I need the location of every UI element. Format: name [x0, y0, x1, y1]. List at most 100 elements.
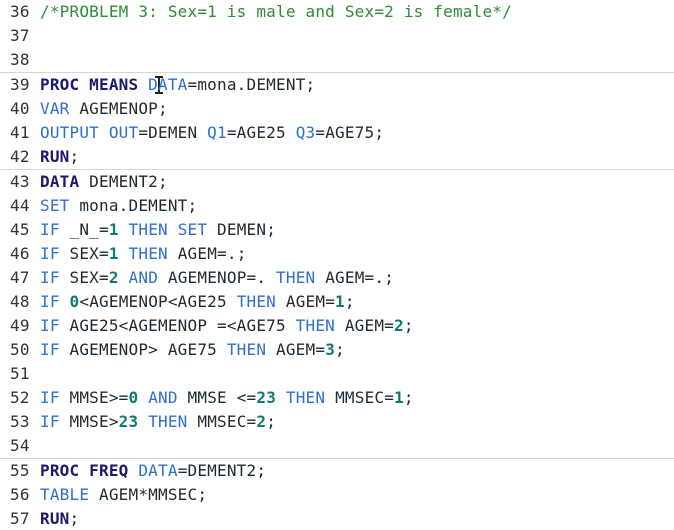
code-token: MMSEC= [325, 388, 395, 407]
line-number: 45 [10, 220, 30, 239]
code-token: ; [403, 316, 414, 335]
code-token: 1 [108, 244, 119, 263]
code-line[interactable]: 52 IF MMSE>=0 AND MMSE <=23 THEN MMSEC=1; [0, 386, 674, 410]
code-token: AGE25<AGEMENOP =<AGE75 [59, 316, 296, 335]
code-token: Q3 [295, 123, 316, 142]
code-token: DEMENT2; [79, 172, 168, 191]
code-token: 2 [108, 268, 119, 287]
code-token: MMSE <= [177, 388, 257, 407]
code-line[interactable]: 53 IF MMSE>23 THEN MMSEC=2; [0, 410, 674, 434]
code-line[interactable]: 42 RUN; [0, 145, 674, 170]
code-token: 2 [394, 316, 404, 335]
code-token: =AGE25 [226, 123, 296, 142]
code-line[interactable]: 36 /*PROBLEM 3: Sex=1 is male and Sex=2 i… [0, 0, 674, 24]
code-token: IF [40, 244, 60, 263]
code-token: IF [40, 292, 60, 311]
code-token: IF [40, 340, 60, 359]
line-number: 46 [10, 244, 30, 263]
line-number: 41 [10, 123, 30, 142]
code-token: 0 [128, 388, 139, 407]
code-text: OUTPUT OUT=DEMEN Q1=AGE25 Q3=AGE75; [40, 121, 384, 145]
code-token: DEMEN; [207, 220, 277, 239]
code-text: IF SEX=2 AND AGEMENOP=. THEN AGEM=.; [40, 266, 394, 290]
code-line[interactable]: 46 IF SEX=1 THEN AGEM=.; [0, 242, 674, 266]
code-text: PROC MEANS DATA=mona.DEMENT; [40, 73, 315, 97]
code-token: =DEMENT2; [177, 461, 267, 480]
code-token: 1 [108, 220, 119, 239]
code-token: AGEM= [266, 340, 326, 359]
code-token: TABLE [40, 485, 90, 504]
code-editor[interactable]: 36 /*PROBLEM 3: Sex=1 is male and Sex=2 i… [0, 0, 674, 530]
code-token: IF [40, 220, 60, 239]
code-line[interactable]: 51 [0, 362, 674, 386]
line-number: 37 [10, 26, 30, 45]
line-number: 55 [10, 461, 30, 480]
code-token: ; [69, 147, 80, 166]
code-token: 3 [325, 340, 336, 359]
line-number: 43 [10, 172, 30, 191]
code-token: ; [266, 412, 277, 431]
code-token: THEN [285, 388, 326, 407]
code-token: ; [344, 292, 355, 311]
line-number: 48 [10, 292, 30, 311]
code-line[interactable]: 54 [0, 434, 674, 459]
code-token: 1 [394, 388, 404, 407]
code-token: THEN SET [128, 220, 208, 239]
code-text: /*PROBLEM 3: Sex=1 is male and Sex=2 is … [40, 0, 512, 24]
code-token: =mona.DEMENT; [187, 75, 316, 94]
code-token: =DEMEN [138, 123, 208, 142]
code-line[interactable]: 57 RUN; [0, 507, 674, 530]
code-token: AGEM= [335, 316, 395, 335]
code-line[interactable]: 37 [0, 24, 674, 48]
code-text: PROC FREQ DATA=DEMENT2; [40, 459, 266, 483]
code-line[interactable]: 49 IF AGE25<AGEMENOP =<AGE75 THEN AGEM=2; [0, 314, 674, 338]
code-token: SEX= [59, 268, 109, 287]
code-line[interactable]: 41 OUTPUT OUT=DEMEN Q1=AGE25 Q3=AGE75; [0, 121, 674, 145]
code-line[interactable]: 47 IF SEX=2 AND AGEMENOP=. THEN AGEM=.; [0, 266, 674, 290]
code-token: VAR [40, 99, 70, 118]
code-line[interactable]: 38 [0, 48, 674, 73]
code-token: IF [40, 412, 60, 431]
code-token: THEN [295, 316, 336, 335]
code-token: IF [40, 388, 60, 407]
line-number: 54 [10, 436, 30, 455]
code-token: MMSE> [59, 412, 119, 431]
code-line[interactable]: 44 SET mona.DEMENT; [0, 194, 674, 218]
code-line[interactable]: 45 IF _N_=1 THEN SET DEMEN; [0, 218, 674, 242]
code-token: DATA [148, 75, 188, 94]
code-token: AGEMENOP=. [158, 268, 277, 287]
line-number: 40 [10, 99, 30, 118]
code-text: IF AGE25<AGEMENOP =<AGE75 THEN AGEM=2; [40, 314, 414, 338]
code-line[interactable]: 55 PROC FREQ DATA=DEMENT2; [0, 459, 674, 483]
line-number: 53 [10, 412, 30, 431]
code-line[interactable]: 39 PROC MEANS DATA=mona.DEMENT; [0, 73, 674, 97]
code-token: PROC FREQ [40, 461, 129, 480]
code-line[interactable]: 48 IF 0<AGEMENOP<AGE25 THEN AGEM=1; [0, 290, 674, 314]
code-token: PROC MEANS [40, 75, 139, 94]
code-line[interactable]: 50 IF AGEMENOP> AGE75 THEN AGEM=3; [0, 338, 674, 362]
code-token: THEN [148, 412, 188, 431]
code-token: ; [403, 388, 414, 407]
line-number: 39 [10, 75, 30, 94]
code-token: <AGEMENOP<AGE25 [79, 292, 237, 311]
line-number: 57 [10, 509, 30, 528]
line-number: 51 [10, 364, 30, 383]
code-token: SET [40, 196, 70, 215]
code-text: TABLE AGEM*MMSEC; [40, 483, 207, 507]
code-text: IF MMSE>=0 AND MMSE <=23 THEN MMSEC=1; [40, 386, 414, 410]
code-token: THEN [276, 268, 316, 287]
code-token: AGEM=.; [167, 244, 247, 263]
code-token: 0 [69, 292, 80, 311]
code-token: DATA [138, 461, 178, 480]
code-line[interactable]: 56 TABLE AGEM*MMSEC; [0, 483, 674, 507]
code-line[interactable]: 43 DATA DEMENT2; [0, 170, 674, 194]
code-token: AGEM= [276, 292, 336, 311]
code-line[interactable]: 40 VAR AGEMENOP; [0, 97, 674, 121]
line-number: 42 [10, 147, 30, 166]
